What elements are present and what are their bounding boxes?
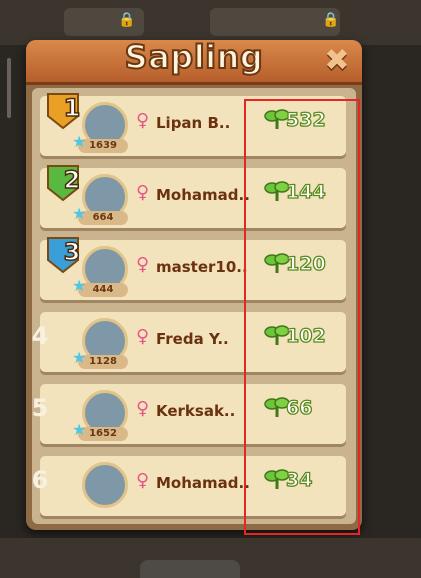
rank-number: 5	[32, 394, 49, 422]
level-value: 664	[92, 212, 114, 223]
player-level: ★ 1128	[72, 350, 128, 369]
player-name: Freda Y..	[156, 330, 229, 348]
level-value: 1652	[89, 428, 117, 439]
player-name: master10..	[156, 258, 248, 276]
player-level: ★ 444	[72, 278, 128, 297]
lock-icon: 🔒	[322, 12, 340, 28]
star-icon: ★	[72, 276, 87, 295]
female-icon: ♀	[136, 110, 150, 131]
level-value: 444	[92, 284, 114, 295]
female-icon: ♀	[136, 326, 150, 347]
panel-header: Sapling ✖	[26, 37, 362, 85]
female-icon: ♀	[136, 254, 150, 275]
player-name: Lipan B..	[156, 114, 231, 132]
female-icon: ♀	[136, 398, 150, 419]
star-icon: ★	[72, 204, 87, 223]
score-column-highlight	[244, 99, 360, 535]
player-name: Kerksak..	[156, 402, 236, 420]
bottom-button[interactable]	[140, 560, 240, 578]
lock-icon: 🔒	[118, 12, 136, 28]
close-icon[interactable]: ✖	[322, 46, 352, 76]
star-icon: ★	[72, 132, 87, 151]
rank-number: 4	[32, 322, 49, 350]
panel-title: Sapling	[124, 37, 264, 77]
player-name: Mohamad..	[156, 474, 250, 492]
star-icon: ★	[72, 348, 87, 367]
level-value: 1639	[89, 140, 117, 151]
background-slot	[210, 8, 340, 36]
player-name: Mohamad..	[156, 186, 250, 204]
player-level: ★ 1652	[72, 422, 128, 441]
female-icon: ♀	[136, 182, 150, 203]
player-level: ★ 664	[72, 206, 128, 225]
female-icon: ♀	[136, 470, 150, 491]
scroll-indicator	[7, 58, 11, 118]
rank-number: 6	[32, 466, 49, 494]
level-value: 1128	[89, 356, 117, 367]
avatar[interactable]	[82, 462, 128, 508]
star-icon: ★	[72, 420, 87, 439]
player-level: ★ 1639	[72, 134, 128, 153]
